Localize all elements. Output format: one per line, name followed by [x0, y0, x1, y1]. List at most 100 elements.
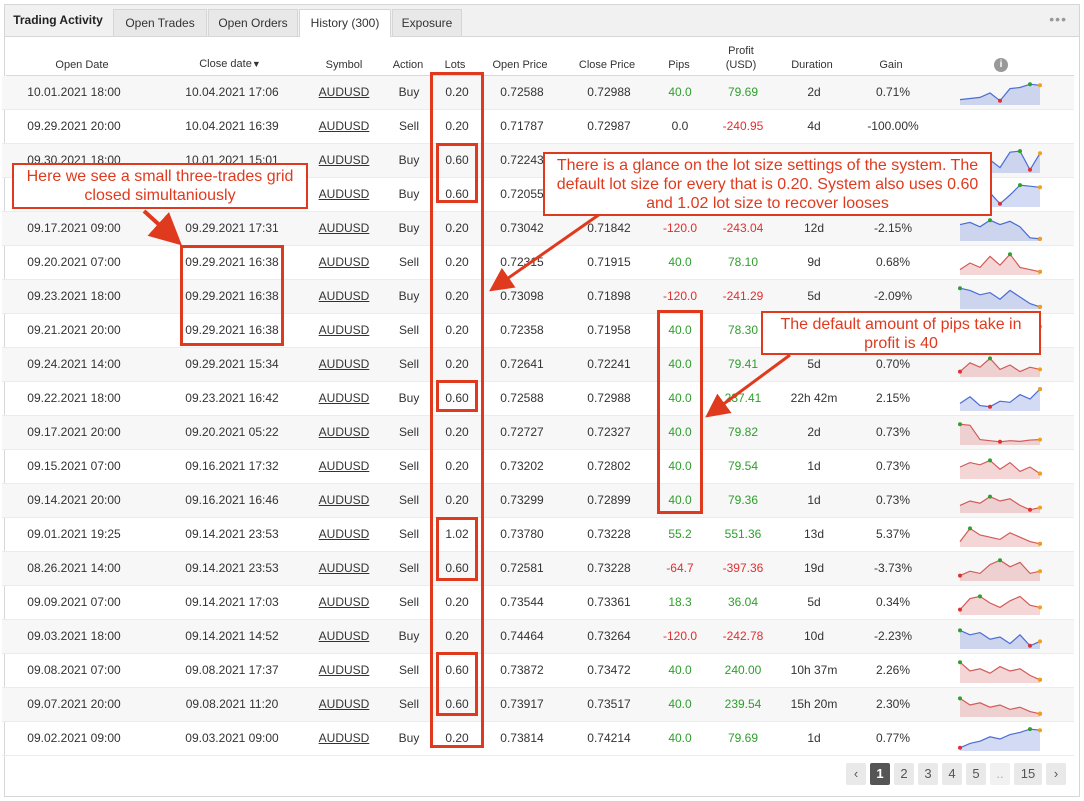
sparkline-area — [960, 389, 1040, 411]
symbol-link[interactable]: AUDUSD — [316, 280, 372, 313]
page-15-button[interactable]: 15 — [1014, 763, 1042, 785]
page-5-button[interactable]: 5 — [966, 763, 986, 785]
gain: -2.15% — [873, 221, 913, 235]
table-row[interactable]: 09.17.2021 20:00 09.20.2021 05:22 AUDUSD Se… — [2, 416, 1074, 450]
sparkline-max-point — [958, 660, 962, 665]
symbol-link[interactable]: AUDUSD — [316, 76, 372, 109]
table-row[interactable]: 09.23.2021 18:00 09.29.2021 16:38 AUDUSD Bu… — [2, 280, 1074, 314]
col-lots[interactable]: Lots — [436, 59, 474, 71]
table-row[interactable]: 09.17.2021 09:00 09.29.2021 17:31 AUDUSD Bu… — [2, 212, 1074, 246]
duration: 1d — [807, 731, 821, 745]
col-duration[interactable]: Duration — [782, 59, 842, 71]
col-profit[interactable]: Profit (USD) — [712, 44, 770, 72]
action: Buy — [398, 629, 420, 643]
sparkline-max-point — [958, 628, 962, 633]
symbol-link[interactable]: AUDUSD — [316, 620, 372, 653]
gain-sparkline — [958, 696, 1042, 717]
lots-annotation: There is a glance on the lot size settin… — [543, 152, 992, 216]
table-row[interactable]: 09.15.2021 07:00 09.16.2021 17:32 AUDUSD Se… — [2, 450, 1074, 484]
table-row[interactable]: 09.03.2021 18:00 09.14.2021 14:52 AUDUSD Bu… — [2, 620, 1074, 654]
sparkline-max-point — [958, 422, 962, 427]
symbol-link[interactable]: AUDUSD — [316, 450, 372, 483]
symbol-link[interactable]: AUDUSD — [316, 484, 372, 517]
table-row[interactable]: 09.01.2021 19:25 09.14.2021 23:53 AUDUSD Se… — [2, 518, 1074, 552]
table-row[interactable]: 09.02.2021 09:00 09.03.2021 09:00 AUDUSD Bu… — [2, 722, 1074, 756]
sparkline-end-point — [1038, 304, 1042, 309]
sparkline-min-point — [1028, 643, 1032, 648]
gain: 0.34% — [875, 595, 911, 609]
col-close-price[interactable]: Close Price — [572, 59, 642, 71]
symbol-link[interactable]: AUDUSD — [316, 348, 372, 381]
open-price: 0.72727 — [500, 425, 544, 439]
close-price: 0.71958 — [587, 323, 631, 337]
page-2-button[interactable]: 2 — [894, 763, 914, 785]
profit: -397.36 — [722, 561, 764, 575]
sparkline-min-point — [998, 201, 1002, 206]
action: Sell — [398, 255, 419, 269]
table-row[interactable]: 09.09.2021 07:00 09.14.2021 17:03 AUDUSD Se… — [2, 586, 1074, 620]
open-date: 09.03.2021 18:00 — [27, 629, 121, 643]
pips-highlight — [657, 310, 703, 514]
symbol-link[interactable]: AUDUSD — [316, 144, 372, 177]
table-row[interactable]: 08.26.2021 14:00 09.14.2021 23:53 AUDUSD Se… — [2, 552, 1074, 586]
duration: 1d — [807, 459, 821, 473]
table-row[interactable]: 09.14.2021 20:00 09.16.2021 16:46 AUDUSD Se… — [2, 484, 1074, 518]
sparkline-end-point — [1038, 677, 1042, 682]
pagination-next-button[interactable]: › — [1046, 763, 1066, 785]
symbol-link[interactable]: AUDUSD — [316, 552, 372, 585]
lots-highlight-pair — [436, 652, 478, 716]
table-row[interactable]: 10.01.2021 18:00 10.04.2021 17:06 AUDUSD Bu… — [2, 76, 1074, 110]
tab-open-trades[interactable]: Open Trades — [113, 9, 207, 36]
table-row[interactable]: 09.29.2021 20:00 10.04.2021 16:39 AUDUSD Se… — [2, 110, 1074, 144]
col-gain[interactable]: Gain — [866, 59, 916, 71]
symbol-link[interactable]: AUDUSD — [316, 314, 372, 347]
open-price: 0.72588 — [500, 85, 544, 99]
col-open-price[interactable]: Open Price — [488, 59, 552, 71]
symbol-link[interactable]: AUDUSD — [316, 722, 372, 755]
more-dots-icon[interactable]: ••• — [1049, 11, 1067, 27]
info-icon[interactable]: i — [994, 58, 1008, 72]
lots-highlight-grid — [436, 143, 478, 203]
action: Buy — [398, 187, 420, 201]
table-row[interactable]: 09.22.2021 18:00 09.23.2021 16:42 AUDUSD Bu… — [2, 382, 1074, 416]
symbol-link[interactable]: AUDUSD — [316, 416, 372, 449]
col-action[interactable]: Action — [385, 59, 431, 71]
symbol-link[interactable]: AUDUSD — [316, 110, 372, 143]
page-3-button[interactable]: 3 — [918, 763, 938, 785]
col-close-date[interactable]: Close date▼ — [180, 58, 280, 70]
symbol-link[interactable]: AUDUSD — [316, 178, 372, 211]
col-symbol[interactable]: Symbol — [314, 59, 374, 71]
col-pips[interactable]: Pips — [660, 59, 698, 71]
close-price: 0.72327 — [587, 425, 631, 439]
table-row[interactable]: 09.08.2021 07:00 09.08.2021 17:37 AUDUSD Se… — [2, 654, 1074, 688]
symbol-link[interactable]: AUDUSD — [316, 654, 372, 687]
tab-trading-activity[interactable]: Trading Activity — [5, 5, 111, 36]
gain-sparkline — [958, 286, 1042, 309]
table-row[interactable]: 09.20.2021 07:00 09.29.2021 16:38 AUDUSD Se… — [2, 246, 1074, 280]
tab-open-orders[interactable]: Open Orders — [208, 9, 298, 36]
open-date: 09.09.2021 07:00 — [27, 595, 121, 609]
symbol-link[interactable]: AUDUSD — [316, 688, 372, 721]
close-price: 0.71915 — [587, 255, 631, 269]
symbol-link[interactable]: AUDUSD — [316, 518, 372, 551]
gain: 0.77% — [875, 731, 911, 745]
pagination-prev-button[interactable]: ‹ — [846, 763, 866, 785]
action: Sell — [398, 561, 419, 575]
profit: -240.95 — [722, 119, 764, 133]
sparkline-end-point — [1038, 639, 1042, 644]
close-price: 0.73472 — [587, 663, 631, 677]
page-4-button[interactable]: 4 — [942, 763, 962, 785]
page-1-button[interactable]: 1 — [870, 763, 890, 785]
col-open-date[interactable]: Open Date — [32, 59, 132, 71]
table-row[interactable]: 09.07.2021 20:00 09.08.2021 11:20 AUDUSD Se… — [2, 688, 1074, 722]
close-date: 09.08.2021 17:37 — [185, 663, 279, 677]
tab-exposure[interactable]: Exposure — [392, 9, 462, 36]
sparkline-end-point — [1038, 269, 1042, 274]
symbol-link[interactable]: AUDUSD — [316, 586, 372, 619]
symbol-link[interactable]: AUDUSD — [316, 212, 372, 245]
symbol-link[interactable]: AUDUSD — [316, 246, 372, 279]
sparkline-end-point — [1038, 711, 1042, 716]
gain: 0.73% — [875, 425, 911, 439]
symbol-link[interactable]: AUDUSD — [316, 382, 372, 415]
tab-history[interactable]: History (300) — [299, 9, 391, 37]
